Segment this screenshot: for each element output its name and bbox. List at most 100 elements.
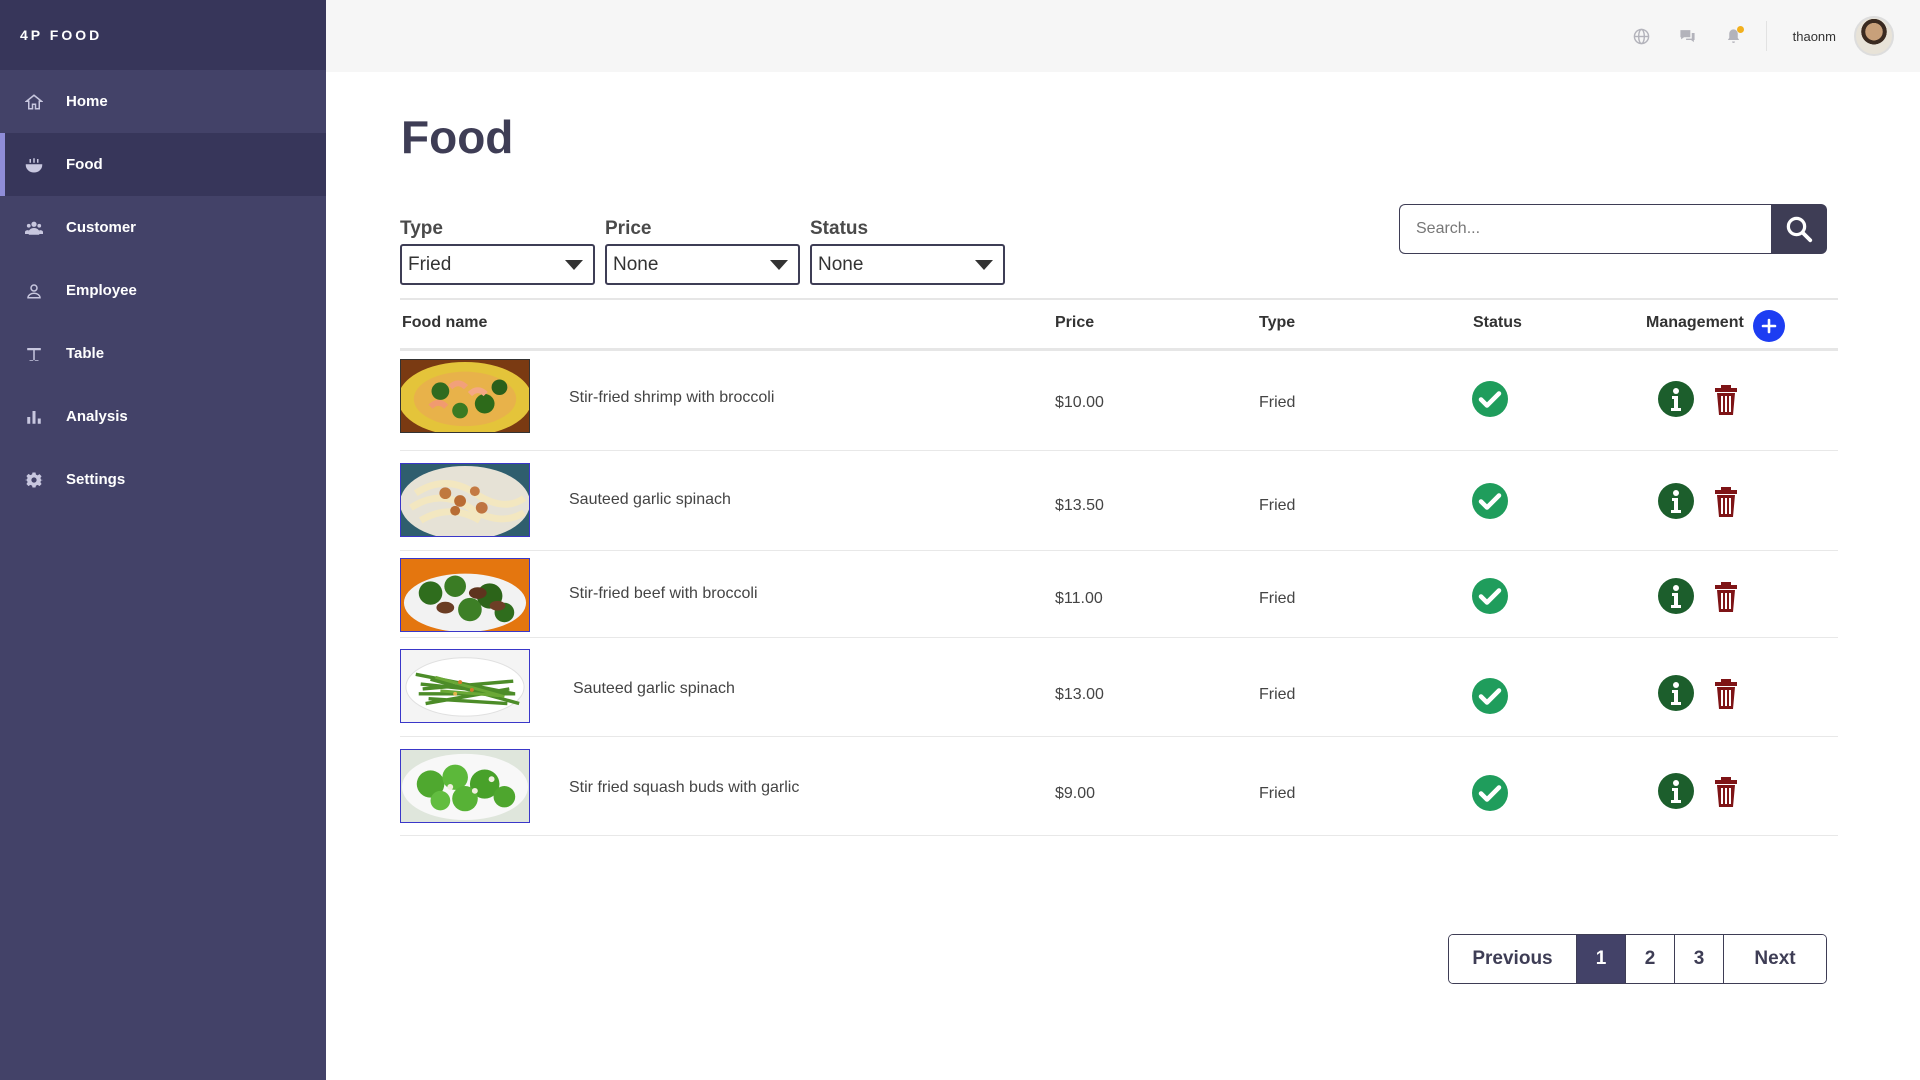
globe-icon[interactable] xyxy=(1632,26,1652,46)
food-name: Stir-fried shrimp with broccoli xyxy=(569,389,775,406)
sidebar-item-customer[interactable]: Customer xyxy=(0,196,326,259)
previous-page-button[interactable]: Previous xyxy=(1449,935,1577,983)
type-filter-label: Type xyxy=(400,218,443,239)
food-image xyxy=(400,749,530,823)
table-row[interactable]: Sauteed garlic spinach $13.00 Fried xyxy=(400,638,1838,737)
header-type[interactable]: Type xyxy=(1259,314,1295,332)
type-select-value: Fried xyxy=(408,253,452,275)
avatar[interactable] xyxy=(1854,16,1894,56)
sidebar-item-table[interactable]: Table xyxy=(0,322,326,385)
top-bar: thaonm xyxy=(326,0,1920,72)
plus-icon xyxy=(1761,318,1777,334)
info-icon[interactable] xyxy=(1658,675,1694,711)
price-select[interactable]: None xyxy=(605,244,800,285)
divider xyxy=(1765,21,1767,51)
page-1-button[interactable]: 1 xyxy=(1577,935,1626,983)
page-2-button[interactable]: 2 xyxy=(1626,935,1675,983)
next-page-button[interactable]: Next xyxy=(1724,935,1826,983)
header-food-name[interactable]: Food name xyxy=(402,314,487,332)
food-name: Stir fried squash buds with garlic xyxy=(569,779,800,796)
type-select[interactable]: Fried xyxy=(400,244,595,285)
food-table: Food name Price Type Status Management S… xyxy=(400,298,1838,836)
trash-icon[interactable] xyxy=(1708,675,1744,711)
username[interactable]: thaonm xyxy=(1793,29,1836,44)
check-circle-icon xyxy=(1472,381,1508,417)
food-price: $10.00 xyxy=(1055,394,1104,411)
chat-icon[interactable] xyxy=(1678,26,1698,46)
filter-bar: Type Fried Price None Status None xyxy=(400,218,1015,285)
food-name: Sauteed garlic spinach xyxy=(569,491,731,508)
trash-icon[interactable] xyxy=(1708,381,1744,417)
food-type: Fried xyxy=(1259,785,1296,802)
add-food-button[interactable] xyxy=(1753,310,1785,342)
food-image xyxy=(400,463,530,537)
status-filter-label: Status xyxy=(810,218,869,239)
search-box xyxy=(1399,204,1827,254)
table-row[interactable]: Stir fried squash buds with garlic $9.00… xyxy=(400,737,1838,836)
food-type: Fried xyxy=(1259,686,1296,703)
sidebar-item-home[interactable]: Home xyxy=(0,70,326,133)
food-type: Fried xyxy=(1259,497,1296,514)
trash-icon[interactable] xyxy=(1708,578,1744,614)
sidebar-item-label: Table xyxy=(66,345,105,362)
info-icon[interactable] xyxy=(1658,578,1694,614)
table-icon xyxy=(24,344,44,364)
sidebar-item-analysis[interactable]: Analysis xyxy=(0,385,326,448)
sidebar-item-employee[interactable]: Employee xyxy=(0,259,326,322)
bell-icon[interactable] xyxy=(1724,26,1744,46)
sidebar: 4P FOOD Home Food Customer Employee Tabl… xyxy=(0,0,326,1080)
caret-down-icon xyxy=(565,259,583,270)
main-content: Food Type Fried Price None Status None S… xyxy=(326,72,1920,1080)
sidebar-item-label: Employee xyxy=(66,282,137,299)
sidebar-item-settings[interactable]: Settings xyxy=(0,448,326,511)
food-image xyxy=(400,649,530,723)
status-select[interactable]: None xyxy=(810,244,1005,285)
table-row[interactable]: Stir-fried beef with broccoli $11.00 Fri… xyxy=(400,551,1838,638)
search-icon xyxy=(1786,216,1813,243)
caret-down-icon xyxy=(975,259,993,270)
info-icon[interactable] xyxy=(1658,773,1694,809)
info-icon[interactable] xyxy=(1658,381,1694,417)
food-price: $9.00 xyxy=(1055,785,1096,802)
header-status[interactable]: Status xyxy=(1473,314,1522,332)
type-filter: Type Fried xyxy=(400,218,595,285)
check-circle-icon xyxy=(1472,775,1508,811)
food-type: Fried xyxy=(1259,590,1296,607)
sidebar-item-label: Customer xyxy=(66,219,137,236)
food-name: Sauteed garlic spinach xyxy=(573,680,735,697)
sidebar-nav: Home Food Customer Employee Table Analys… xyxy=(0,70,326,511)
info-icon[interactable] xyxy=(1658,483,1694,519)
price-filter-label: Price xyxy=(605,218,652,239)
table-row[interactable]: Sauteed garlic spinach $13.50 Fried xyxy=(400,451,1838,551)
sidebar-item-label: Analysis xyxy=(66,408,128,425)
gear-icon xyxy=(24,470,44,490)
check-circle-icon xyxy=(1472,483,1508,519)
food-price: $11.00 xyxy=(1055,590,1103,607)
header-management: Management xyxy=(1646,314,1744,331)
caret-down-icon xyxy=(770,259,788,270)
notification-dot xyxy=(1736,26,1744,33)
page-3-button[interactable]: 3 xyxy=(1675,935,1724,983)
table-row[interactable]: Stir-fried shrimp with broccoli $10.00 F… xyxy=(400,351,1838,451)
sidebar-item-label: Food xyxy=(66,156,103,173)
status-filter: Status None xyxy=(810,218,1005,285)
trash-icon[interactable] xyxy=(1708,773,1744,809)
search-button[interactable] xyxy=(1771,204,1827,254)
sidebar-item-food[interactable]: Food xyxy=(0,133,326,196)
price-select-value: None xyxy=(613,253,659,275)
check-circle-icon xyxy=(1472,678,1508,714)
food-name: Stir-fried beef with broccoli xyxy=(569,585,758,602)
pagination: Previous 1 2 3 Next xyxy=(1448,934,1827,984)
sidebar-item-label: Settings xyxy=(66,471,126,488)
brand-logo[interactable]: 4P FOOD xyxy=(0,0,326,70)
table-header: Food name Price Type Status Management xyxy=(400,298,1838,351)
food-price: $13.00 xyxy=(1055,686,1104,703)
price-filter: Price None xyxy=(605,218,800,285)
users-icon xyxy=(24,218,44,238)
search-input[interactable] xyxy=(1399,204,1771,254)
trash-icon[interactable] xyxy=(1708,483,1744,519)
header-price[interactable]: Price xyxy=(1055,314,1094,332)
user-icon xyxy=(24,281,44,301)
home-icon xyxy=(24,92,44,112)
food-image xyxy=(400,558,530,632)
